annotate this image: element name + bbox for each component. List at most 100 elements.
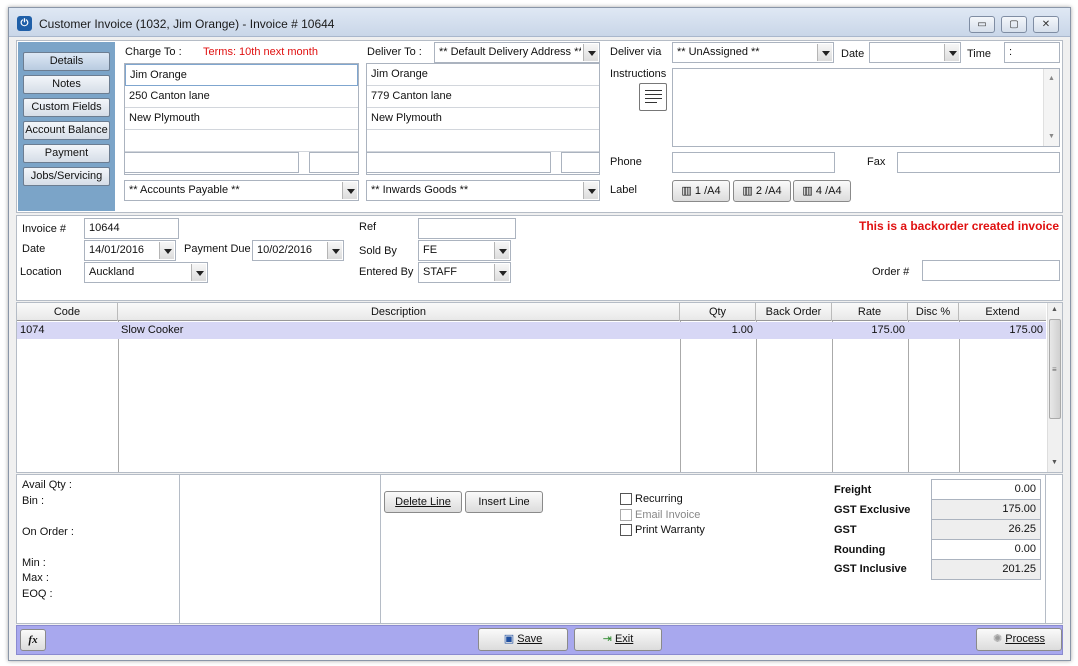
deliver-via-select[interactable]: ** UnAssigned ** <box>672 42 834 63</box>
deliver-to-line-4[interactable] <box>367 130 599 152</box>
exit-button[interactable]: ⇥ Exit <box>574 628 662 651</box>
scroll-thumb[interactable]: ≡ <box>1049 319 1061 419</box>
delete-line-button[interactable]: Delete Line <box>384 491 462 513</box>
invoice-number-input[interactable]: 10644 <box>84 218 179 239</box>
instructions-textarea[interactable]: ▲ ▼ <box>672 68 1060 147</box>
terms-text: Terms: 10th next month <box>203 46 318 58</box>
instructions-scrollbar[interactable]: ▲ ▼ <box>1043 69 1059 146</box>
row-qty: 1.00 <box>731 324 753 336</box>
print-warranty-label: Print Warranty <box>635 524 705 536</box>
charge-to-line-4[interactable] <box>125 130 358 152</box>
chevron-down-icon[interactable] <box>494 264 509 281</box>
delivery-address-value: ** Default Delivery Address ** <box>439 46 581 58</box>
accounts-payable-select[interactable]: ** Accounts Payable ** <box>124 180 359 201</box>
column-code[interactable]: Code <box>17 303 118 321</box>
invoice-date-picker[interactable]: 14/01/2016 <box>84 240 176 261</box>
delivery-date-picker[interactable] <box>869 42 961 63</box>
deliver-to-line-3[interactable]: New Plymouth <box>367 108 599 130</box>
freight-input[interactable]: 0.00 <box>931 479 1041 500</box>
column-back-order[interactable]: Back Order <box>756 303 832 321</box>
save-button[interactable]: ▣ Save <box>478 628 568 651</box>
ref-input[interactable] <box>418 218 516 239</box>
scroll-up-icon[interactable]: ▲ <box>1048 75 1055 82</box>
row-description: Slow Cooker <box>121 324 184 336</box>
nav-payment[interactable]: Payment <box>23 144 110 163</box>
row-code: 1074 <box>20 324 45 336</box>
minimize-button[interactable]: ▭ <box>969 16 995 33</box>
charge-to-city[interactable] <box>124 152 299 173</box>
chevron-down-icon[interactable] <box>191 264 206 281</box>
process-button[interactable]: ✺ Process <box>976 628 1062 651</box>
payment-due-picker[interactable]: 10/02/2016 <box>252 240 344 261</box>
sold-by-value: FE <box>423 244 438 256</box>
inwards-goods-value: ** Inwards Goods ** <box>371 184 469 196</box>
line-items-grid[interactable]: Code Description Qty Back Order Rate Dis… <box>16 302 1063 473</box>
fx-button[interactable]: fx <box>20 629 46 651</box>
column-description[interactable]: Description <box>118 303 680 321</box>
column-rate[interactable]: Rate <box>832 303 908 321</box>
process-label: Process <box>1005 633 1046 645</box>
nav-details[interactable]: Details <box>23 52 110 71</box>
location-value: Auckland <box>89 266 135 278</box>
nav-custom-fields[interactable]: Custom Fields <box>23 98 110 117</box>
recurring-checkbox[interactable] <box>620 493 632 505</box>
deliver-to-line-2[interactable]: 779 Canton lane <box>367 86 599 108</box>
chevron-down-icon[interactable] <box>494 242 509 259</box>
phone-input[interactable] <box>672 152 835 173</box>
location-select[interactable]: Auckland <box>84 262 208 283</box>
column-qty[interactable]: Qty <box>680 303 756 321</box>
chevron-down-icon[interactable] <box>159 242 174 259</box>
chevron-down-icon[interactable] <box>342 182 357 199</box>
print-warranty-checkbox[interactable] <box>620 524 632 536</box>
column-extend[interactable]: Extend <box>959 303 1046 321</box>
nav-notes[interactable]: Notes <box>23 75 110 94</box>
table-row[interactable]: 1074 Slow Cooker 1.00 175.00 175.00 <box>17 322 1046 339</box>
order-number-label: Order # <box>872 266 910 278</box>
deliver-to-line-1[interactable]: Jim Orange <box>367 64 599 86</box>
scroll-down-icon[interactable]: ▼ <box>1051 459 1058 466</box>
deliver-to-label: Deliver To : <box>367 46 422 58</box>
save-label: Save <box>517 633 543 645</box>
notepad-icon[interactable] <box>639 83 667 111</box>
label-1-a4-text: 1 /A4 <box>694 185 721 197</box>
rounding-input[interactable]: 0.00 <box>931 539 1041 560</box>
charge-to-postcode[interactable] <box>309 152 359 173</box>
insert-line-button[interactable]: Insert Line <box>465 491 543 513</box>
inwards-goods-select[interactable]: ** Inwards Goods ** <box>366 180 600 201</box>
chevron-down-icon[interactable] <box>583 44 598 61</box>
scroll-up-icon[interactable]: ▲ <box>1051 306 1058 313</box>
email-invoice-checkbox[interactable] <box>620 509 632 521</box>
deliver-to-city[interactable] <box>366 152 551 173</box>
backorder-notice: This is a backorder created invoice <box>859 219 1060 233</box>
chevron-down-icon[interactable] <box>583 182 598 199</box>
label-4-a4-text: 4 /A4 <box>815 185 842 197</box>
maximize-button[interactable]: ▢ <box>1001 16 1027 33</box>
payment-due-value: 10/02/2016 <box>257 244 313 256</box>
entered-by-select[interactable]: STAFF <box>418 262 511 283</box>
delivery-address-select[interactable]: ** Default Delivery Address ** <box>434 42 600 63</box>
gst-label: GST <box>834 524 857 536</box>
charge-to-line-3[interactable]: New Plymouth <box>125 108 358 130</box>
close-button[interactable]: ✕ <box>1033 16 1059 33</box>
delivery-time-input[interactable]: : <box>1004 42 1060 63</box>
scroll-down-icon[interactable]: ▼ <box>1048 133 1055 140</box>
chevron-down-icon[interactable] <box>327 242 342 259</box>
grip-icon: ≡ <box>1052 365 1057 374</box>
column-disc[interactable]: Disc % <box>908 303 959 321</box>
nav-jobs-servicing[interactable]: Jobs/Servicing <box>23 167 110 186</box>
grid-scrollbar[interactable]: ▲ ≡ ▼ <box>1047 303 1062 472</box>
nav-panel: Details Notes Custom Fields Account Bala… <box>18 42 115 211</box>
nav-account-balance[interactable]: Account Balance <box>23 121 110 140</box>
deliver-to-postcode[interactable] <box>561 152 600 173</box>
label-2-a4-button[interactable]: ▥ 2 /A4 <box>733 180 791 202</box>
charge-to-line-1[interactable]: Jim Orange <box>125 64 358 86</box>
label-4-a4-button[interactable]: ▥ 4 /A4 <box>793 180 851 202</box>
chevron-down-icon[interactable] <box>944 44 959 61</box>
fax-input[interactable] <box>897 152 1060 173</box>
order-number-input[interactable] <box>922 260 1060 281</box>
eoq-label: EOQ : <box>22 588 53 600</box>
charge-to-line-2[interactable]: 250 Canton lane <box>125 86 358 108</box>
sold-by-select[interactable]: FE <box>418 240 511 261</box>
label-1-a4-button[interactable]: ▥ 1 /A4 <box>672 180 730 202</box>
chevron-down-icon[interactable] <box>817 44 832 61</box>
